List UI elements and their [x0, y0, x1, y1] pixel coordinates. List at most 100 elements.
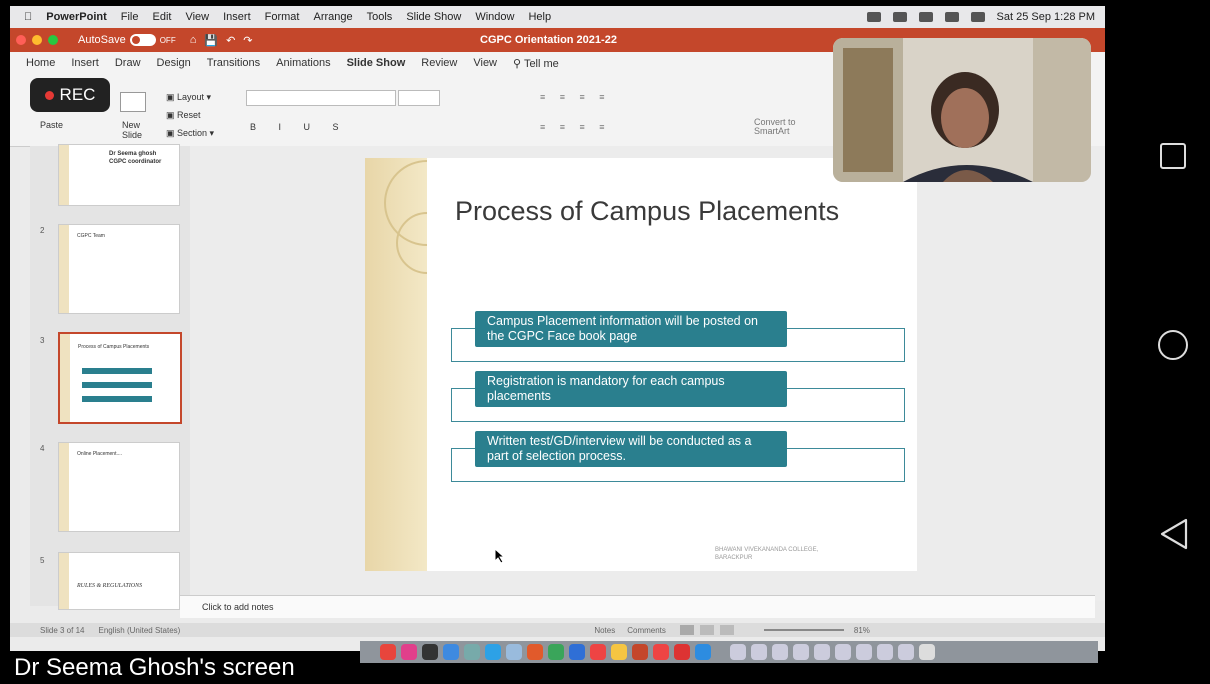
dock-window-icon[interactable]: [772, 644, 788, 660]
section-button[interactable]: ▣ Section ▾: [166, 128, 214, 139]
font-size-select[interactable]: [398, 90, 440, 106]
dock-window-icon[interactable]: [751, 644, 767, 660]
dock-app-icon[interactable]: [485, 644, 501, 660]
dock-window-icon[interactable]: [793, 644, 809, 660]
notes-pane[interactable]: Click to add notes: [180, 595, 1095, 618]
battery-icon[interactable]: [918, 12, 933, 22]
text-format-buttons[interactable]: B I U S: [250, 122, 349, 132]
reset-button[interactable]: ▣ Reset: [166, 110, 201, 121]
close-button[interactable]: [16, 35, 26, 45]
back-button[interactable]: [1158, 517, 1190, 551]
zoom-slider[interactable]: [763, 629, 844, 631]
layout-button[interactable]: ▣ Layout ▾: [166, 92, 211, 103]
toggle-switch[interactable]: [129, 34, 156, 46]
dock-window-icon[interactable]: [877, 644, 893, 660]
grid-view-icon[interactable]: [699, 625, 714, 635]
thumb-strip: [59, 443, 69, 531]
dock-app-icon[interactable]: [674, 644, 690, 660]
step-box-2: Registration is mandatory for each campu…: [475, 371, 787, 407]
paragraph-buttons[interactable]: ≡ ≡ ≡ ≡: [540, 92, 611, 102]
clock[interactable]: Sat 25 Sep 1:28 PM: [997, 11, 1095, 23]
powerpoint-dock-icon[interactable]: [632, 644, 648, 660]
menu-window[interactable]: Window: [475, 11, 514, 23]
dock-app-icon[interactable]: [569, 644, 585, 660]
dock-app-icon[interactable]: [506, 644, 522, 660]
thumbnail-slide-3[interactable]: Process of Campus Placements: [58, 332, 182, 424]
align-buttons[interactable]: ≡ ≡ ≡ ≡: [540, 122, 611, 132]
thumb-title: Online Placement....: [77, 451, 123, 457]
autosave-toggle[interactable]: AutoSave OFF: [78, 34, 176, 46]
dock-window-icon[interactable]: [898, 644, 914, 660]
mouse-cursor-icon: [494, 548, 506, 564]
tab-design[interactable]: Design: [157, 57, 191, 69]
thumb-strip: [59, 553, 69, 609]
volume-icon[interactable]: [892, 12, 907, 22]
convert-smartart-button[interactable]: Convert to SmartArt: [754, 118, 804, 136]
reading-view-icon[interactable]: [719, 625, 734, 635]
dock-app-icon[interactable]: [527, 644, 543, 660]
dock-window-icon[interactable]: [814, 644, 830, 660]
save-icon[interactable]: 💾: [204, 34, 218, 47]
comments-button[interactable]: Comments: [627, 626, 666, 635]
normal-view-icon[interactable]: [679, 625, 694, 635]
dock-window-icon[interactable]: [730, 644, 746, 660]
menu-file[interactable]: File: [121, 11, 139, 23]
menu-view[interactable]: View: [185, 11, 209, 23]
recents-button[interactable]: [1160, 143, 1186, 169]
notes-button[interactable]: Notes: [594, 626, 615, 635]
language[interactable]: English (United States): [98, 626, 180, 635]
wifi-icon[interactable]: [944, 12, 959, 22]
dock-app-icon[interactable]: [443, 644, 459, 660]
menu-format[interactable]: Format: [265, 11, 300, 23]
new-slide-button[interactable]: New Slide: [122, 120, 152, 140]
thumb-title: CGPC Team: [77, 233, 105, 239]
reset-label: Reset: [177, 110, 201, 120]
menu-edit[interactable]: Edit: [153, 11, 172, 23]
trash-icon[interactable]: [919, 644, 935, 660]
paste-button[interactable]: Paste: [40, 120, 63, 130]
current-slide[interactable]: Process of Campus Placements Campus Plac…: [365, 158, 917, 571]
tab-transitions[interactable]: Transitions: [207, 57, 260, 69]
menu-arrange[interactable]: Arrange: [313, 11, 352, 23]
dock-window-icon[interactable]: [835, 644, 851, 660]
dock-app-icon[interactable]: [611, 644, 627, 660]
menu-tools[interactable]: Tools: [367, 11, 393, 23]
dock-app-icon[interactable]: [653, 644, 669, 660]
maximize-button[interactable]: [48, 35, 58, 45]
thumbnail-slide-5[interactable]: RULES & REGULATIONS: [58, 552, 180, 610]
dock-app-icon[interactable]: [422, 644, 438, 660]
menu-app-name[interactable]: PowerPoint: [46, 11, 107, 23]
minimize-button[interactable]: [32, 35, 42, 45]
tab-insert[interactable]: Insert: [71, 57, 99, 69]
home-icon[interactable]: ⌂: [190, 34, 197, 46]
webcam-video[interactable]: [833, 38, 1091, 182]
thumbnail-slide-4[interactable]: Online Placement....: [58, 442, 180, 532]
home-button[interactable]: [1158, 330, 1188, 360]
zoom-level[interactable]: 81%: [854, 626, 870, 635]
redo-icon[interactable]: ↷: [243, 34, 252, 47]
tab-review[interactable]: Review: [421, 57, 457, 69]
tell-me-search[interactable]: ⚲ Tell me: [513, 57, 559, 70]
dock-app-icon[interactable]: [590, 644, 606, 660]
undo-icon[interactable]: ↶: [226, 34, 235, 47]
tab-animations[interactable]: Animations: [276, 57, 330, 69]
tab-slide-show[interactable]: Slide Show: [347, 57, 406, 69]
screen-icon[interactable]: [866, 12, 881, 22]
menu-slide-show[interactable]: Slide Show: [406, 11, 461, 23]
thumbnail-slide-2[interactable]: CGPC Team: [58, 224, 180, 314]
thumbnail-slide-1[interactable]: Dr Seema ghosh CGPC coordinator: [58, 144, 180, 206]
tab-view[interactable]: View: [473, 57, 497, 69]
search-icon[interactable]: [970, 12, 985, 22]
dock-app-icon[interactable]: [464, 644, 480, 660]
font-family-select[interactable]: [246, 90, 396, 106]
dock-window-icon[interactable]: [856, 644, 872, 660]
zoom-dock-icon[interactable]: [695, 644, 711, 660]
dock-app-icon[interactable]: [548, 644, 564, 660]
tab-home[interactable]: Home: [26, 57, 55, 69]
tab-draw[interactable]: Draw: [115, 57, 141, 69]
dock-app-icon[interactable]: [401, 644, 417, 660]
dock-app-icon[interactable]: [380, 644, 396, 660]
menu-insert[interactable]: Insert: [223, 11, 251, 23]
apple-icon[interactable]: : [24, 11, 32, 23]
menu-help[interactable]: Help: [528, 11, 551, 23]
